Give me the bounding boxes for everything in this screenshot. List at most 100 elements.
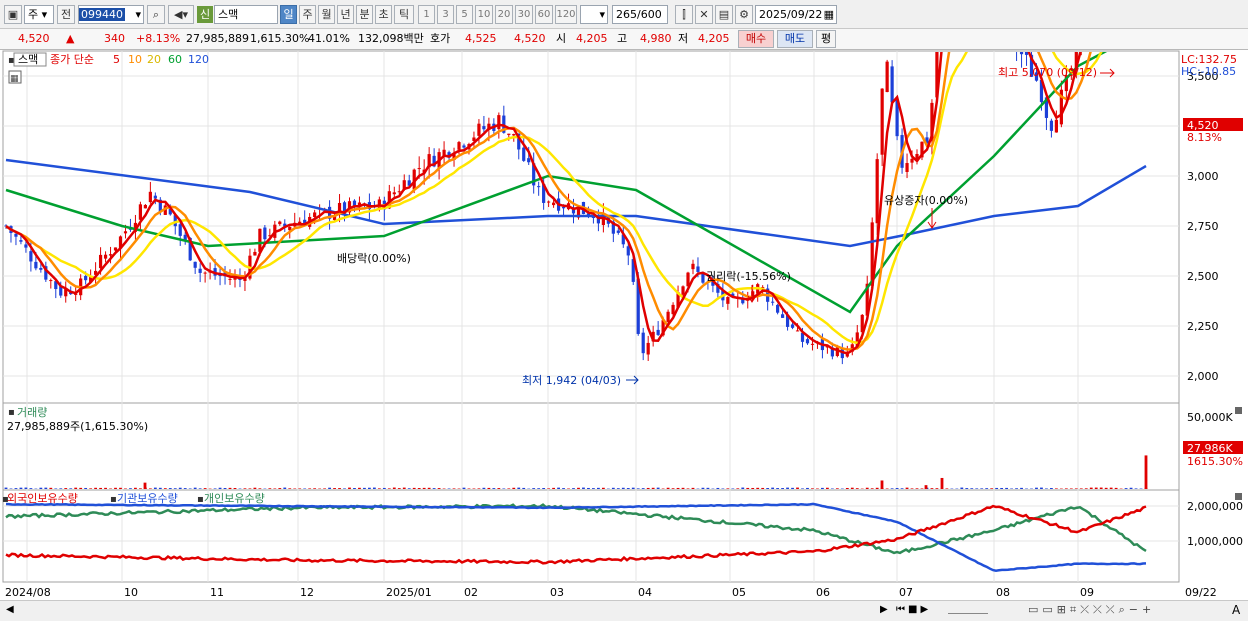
count-field[interactable]: 265/600 <box>612 5 668 24</box>
volume-bar <box>54 488 58 489</box>
volume-bar <box>651 487 655 489</box>
volume-bar <box>835 488 839 489</box>
candle-body <box>193 261 197 268</box>
volume-bar <box>781 488 784 489</box>
volume-bar <box>422 487 426 489</box>
custom-interval-select[interactable]: ▾ <box>580 5 608 24</box>
bid-price: 4,520 <box>514 32 546 45</box>
volume-bar <box>895 488 899 489</box>
layout-icon[interactable]: ▣ <box>4 5 22 24</box>
x-tick-label: 2024/08 <box>5 586 51 599</box>
annot-dividend: 배당락(0.00%) <box>337 252 411 265</box>
period-second[interactable]: 초 <box>375 5 392 24</box>
volume-bar <box>786 487 789 489</box>
save-icon[interactable]: ▤ <box>715 5 733 24</box>
x-tick-label: 07 <box>899 586 913 599</box>
type-select[interactable]: 주 ▾ <box>24 5 54 24</box>
volume-bar <box>875 487 879 489</box>
volume-bar <box>283 487 287 489</box>
volume-bar <box>1054 488 1058 489</box>
stock-chart[interactable]: 2024/08 10 11 12 2025/01 02 03 04 05 06 07 08 09 09/2… <box>0 50 1248 600</box>
panel-menu-icon[interactable]: ▪ <box>8 407 15 418</box>
x-tick-label: 04 <box>638 586 652 599</box>
volume-bar <box>193 487 197 489</box>
volume-bar <box>915 488 919 489</box>
prev-button[interactable]: 전 <box>57 5 75 24</box>
volume-bar-spike <box>924 485 928 489</box>
volume-bar <box>1045 488 1048 489</box>
volume-bar <box>228 487 232 489</box>
volume-bar <box>338 488 341 489</box>
close-icon[interactable] <box>1235 407 1242 414</box>
sell-button[interactable]: 매도 <box>777 30 813 48</box>
scroll-right-icon[interactable]: ▶ <box>880 604 888 615</box>
holdings-panel <box>2 489 1180 583</box>
interval-1[interactable]: 1 <box>418 5 435 24</box>
interval-20[interactable]: 20 <box>495 5 513 24</box>
candle-body <box>880 88 884 155</box>
interval-120[interactable]: 120 <box>555 5 577 24</box>
interval-60[interactable]: 60 <box>535 5 553 24</box>
volume-bar <box>328 487 331 489</box>
legend-institution: 기관보유수량 <box>117 492 178 505</box>
interval-3[interactable]: 3 <box>437 5 454 24</box>
chart-type-icon[interactable]: ✕ <box>695 5 713 24</box>
candle-body <box>497 115 501 130</box>
turnover-rate: 41.01% <box>308 32 350 45</box>
ask-price: 4,525 <box>465 32 497 45</box>
candle-icon[interactable]: ⫿ <box>675 5 693 24</box>
playback-icons[interactable]: ⏮■▶ <box>896 604 931 615</box>
volume-bar <box>975 488 979 489</box>
gear-icon[interactable]: ⚙ <box>735 5 753 24</box>
search-icon[interactable]: ⌕ <box>147 5 165 24</box>
period-minute[interactable]: 분 <box>356 5 373 24</box>
volume-bar <box>597 487 600 489</box>
chart-scrollbar[interactable]: ◀ ▶ ⏮■▶ ▭▭⊞⌗⤫⤫⤫⌕−+ A <box>0 600 1248 621</box>
volume-bar <box>1074 488 1078 489</box>
x-tick-label: 10 <box>124 586 138 599</box>
annot-low: 최저 1,942 (04/03) <box>522 374 621 387</box>
volume-bar <box>64 488 68 489</box>
chevron-down-icon: ▾ <box>599 8 605 21</box>
volume-bar <box>1084 488 1088 489</box>
buy-button[interactable]: 매수 <box>738 30 774 48</box>
volume-bar <box>885 488 889 489</box>
evaluation-button[interactable]: 평 <box>816 30 836 48</box>
period-week[interactable]: 주 <box>299 5 316 24</box>
interval-30[interactable]: 30 <box>515 5 533 24</box>
count-total: /600 <box>637 8 662 21</box>
zoom-slider[interactable] <box>948 604 988 614</box>
volume-bar <box>148 488 152 489</box>
volume-bar <box>736 488 740 489</box>
volume-bar <box>29 488 33 489</box>
period-year[interactable]: 년 <box>337 5 354 24</box>
period-day[interactable]: 일 <box>280 5 297 24</box>
interval-10[interactable]: 10 <box>475 5 493 24</box>
scroll-left-icon[interactable]: ◀ <box>6 604 14 615</box>
volume-bar <box>363 487 366 489</box>
candle-body <box>113 247 118 251</box>
stock-name-field[interactable]: 스맥 <box>214 5 278 24</box>
text-tool-icon[interactable]: A <box>1232 603 1240 617</box>
speaker-icon[interactable]: ◀▾ <box>168 5 194 24</box>
period-tick[interactable]: 틱 <box>394 5 414 24</box>
tool-icons[interactable]: ▭▭⊞⌗⤫⤫⤫⌕−+ <box>1028 603 1155 617</box>
volume-bar <box>437 488 441 489</box>
volume-bar-spike <box>143 482 147 489</box>
volume-bar <box>905 487 909 489</box>
period-month[interactable]: 월 <box>318 5 335 24</box>
candle-body <box>198 268 202 273</box>
volume-bar <box>990 488 994 489</box>
candle-body <box>49 280 53 282</box>
volume-bar <box>1114 487 1118 489</box>
volume-bar <box>512 487 516 489</box>
close-icon[interactable] <box>1235 493 1242 500</box>
current-price: 4,520 <box>18 32 50 45</box>
code-input[interactable]: 099440 ▾ <box>78 5 144 24</box>
interval-5[interactable]: 5 <box>456 5 473 24</box>
volume-bar <box>308 488 312 489</box>
date-field[interactable]: 2025/09/22 ▦ <box>755 5 837 24</box>
volume-bar <box>701 487 705 489</box>
volume-bar <box>14 488 18 489</box>
candle-body <box>19 240 23 242</box>
